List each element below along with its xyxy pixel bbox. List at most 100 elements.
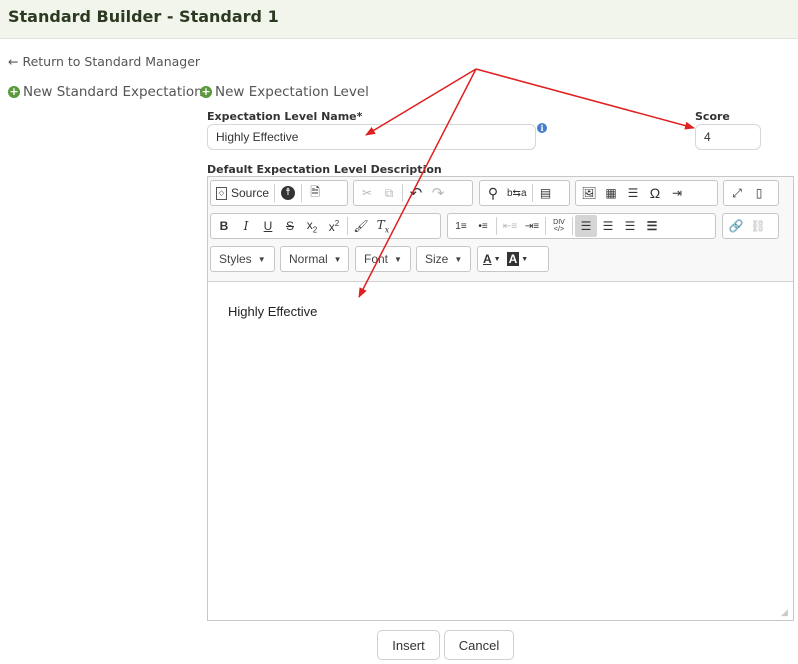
cancel-button[interactable]: Cancel — [444, 630, 514, 660]
source-button[interactable]: ◇ Source — [213, 182, 272, 204]
underline-icon: U — [263, 219, 273, 233]
toolbar-separator — [496, 217, 497, 235]
score-input[interactable]: 4 — [695, 124, 761, 150]
subscript-button[interactable]: x2 — [301, 215, 323, 237]
justify-button[interactable]: ☰ — [641, 215, 663, 237]
resize-grip-icon[interactable]: ◢ — [781, 608, 789, 618]
outdent-button[interactable]: ⇤≡ — [499, 215, 521, 237]
find-button[interactable]: ⚲ — [482, 182, 504, 204]
styles-dropdown[interactable]: Styles ▼ — [210, 246, 275, 272]
source-icon: ◇ — [216, 186, 227, 200]
toolbar-group-view: ⤢ ▯ — [723, 180, 779, 206]
toolbar-group-links: 🔗 ⛓ — [722, 213, 779, 239]
rich-text-editor: ◇ Source ☨ 🗎 ✂ ⧉ ↶ ↷ ⚲ b⇆a ▤ 🖼 ▦ ☰ Ω ⇥ ⤢… — [207, 176, 794, 621]
outdent-icon: ⇤≡ — [502, 220, 518, 232]
toolbar-separator — [402, 184, 403, 202]
annotation-arrow — [475, 68, 695, 130]
toolbar-group-paragraph: 1≡ •≡ ⇤≡ ⇥≡ DIV </> ☰ ☰ ☰ ☰ — [447, 213, 716, 239]
page-title: Standard Builder - Standard 1 — [8, 7, 279, 26]
return-to-standard-manager-link[interactable]: ← Return to Standard Manager — [8, 54, 200, 69]
chevron-down-icon: ▼ — [394, 254, 402, 264]
search-icon: ⚲ — [487, 184, 499, 201]
templates-button[interactable]: 🗎 — [304, 182, 326, 204]
size-dropdown[interactable]: Size ▼ — [416, 246, 471, 272]
redo-button[interactable]: ↷ — [427, 182, 449, 204]
bulleted-list-button[interactable]: •≡ — [472, 215, 494, 237]
maximize-button[interactable]: ⤢ — [726, 182, 748, 204]
strike-button[interactable]: S — [279, 215, 301, 237]
bold-button[interactable]: B — [213, 215, 235, 237]
unlink-button[interactable]: ⛓ — [747, 215, 769, 237]
page-break-button[interactable]: ⇥ — [666, 182, 688, 204]
div-icon: DIV </> — [553, 219, 565, 233]
numbered-list-icon: 1≡ — [455, 220, 467, 232]
show-blocks-icon: ▯ — [755, 186, 763, 200]
background-color-button[interactable]: A ▼ — [504, 248, 532, 270]
create-div-button[interactable]: DIV </> — [548, 215, 570, 237]
special-char-button[interactable]: Ω — [644, 182, 666, 204]
toolbar-separator — [274, 184, 276, 202]
new-standard-expectation-link[interactable]: + New Standard Expectation — [8, 84, 203, 100]
align-right-button[interactable]: ☰ — [619, 215, 641, 237]
new-expectation-level-link[interactable]: + New Expectation Level — [200, 84, 369, 100]
indent-button[interactable]: ⇥≡ — [521, 215, 543, 237]
format-dropdown[interactable]: Normal ▼ — [280, 246, 349, 272]
source-button-label: Source — [231, 186, 270, 200]
link-button[interactable]: 🔗 — [725, 215, 747, 237]
score-label: Score — [695, 110, 730, 123]
page-break-icon: ⇥ — [671, 186, 683, 200]
replace-button[interactable]: b⇆a — [504, 182, 530, 204]
editor-content-area[interactable]: Highly Effective ◢ — [208, 282, 793, 620]
accessibility-button[interactable]: ☨ — [277, 182, 299, 204]
copy-icon: ⧉ — [384, 185, 394, 200]
font-dropdown[interactable]: Font ▼ — [355, 246, 411, 272]
new-standard-expectation-label: New Standard Expectation — [23, 84, 203, 100]
align-center-button[interactable]: ☰ — [597, 215, 619, 237]
remove-format-button[interactable]: Tx — [372, 215, 394, 237]
scissors-icon: ✂ — [361, 186, 373, 200]
align-left-button[interactable]: ☰ — [575, 215, 597, 237]
level-name-label: Expectation Level Name* — [207, 110, 363, 123]
image-button[interactable]: 🖼 — [578, 182, 600, 204]
table-button[interactable]: ▦ — [600, 182, 622, 204]
show-blocks-button[interactable]: ▯ — [748, 182, 770, 204]
omega-icon: Ω — [649, 185, 661, 201]
level-name-input[interactable]: Highly Effective — [207, 124, 536, 150]
format-dropdown-label: Normal — [289, 252, 328, 266]
insert-button[interactable]: Insert — [377, 630, 440, 660]
chevron-down-icon: ▼ — [257, 254, 266, 264]
plus-icon: + — [8, 85, 20, 98]
bulleted-list-icon: •≡ — [478, 220, 488, 232]
plus-icon: + — [200, 85, 212, 98]
horizontal-line-button[interactable]: ☰ — [622, 182, 644, 204]
select-all-button[interactable]: ▤ — [535, 182, 557, 204]
chevron-down-icon: ▼ — [454, 254, 463, 264]
horizontal-line-icon: ☰ — [627, 186, 639, 200]
editor-content-text[interactable]: Highly Effective — [228, 304, 317, 319]
undo-button[interactable]: ↶ — [405, 182, 427, 204]
maximize-icon: ⤢ — [732, 185, 742, 200]
font-dropdown-label: Font — [364, 252, 389, 266]
paintbrush-icon: 🖌 — [353, 219, 369, 233]
remove-format-icon: Tx — [376, 217, 390, 235]
chevron-down-icon: ▼ — [333, 254, 342, 264]
accessibility-icon: ☨ — [281, 186, 296, 200]
italic-icon: I — [243, 219, 249, 233]
bold-icon: B — [219, 219, 229, 233]
toolbar-separator — [531, 184, 533, 202]
select-all-icon: ▤ — [539, 186, 552, 200]
replace-icon: b⇆a — [507, 187, 527, 199]
copy-format-button[interactable]: 🖌 — [350, 215, 372, 237]
cut-button[interactable]: ✂ — [356, 182, 378, 204]
superscript-button[interactable]: x2 — [323, 215, 345, 237]
italic-button[interactable]: I — [235, 215, 257, 237]
table-icon: ▦ — [605, 186, 617, 200]
numbered-list-button[interactable]: 1≡ — [450, 215, 472, 237]
info-icon[interactable]: i — [537, 123, 547, 133]
superscript-icon: x2 — [328, 218, 340, 234]
text-color-button[interactable]: A ▼ — [480, 248, 504, 270]
underline-button[interactable]: U — [257, 215, 279, 237]
copy-button[interactable]: ⧉ — [378, 182, 400, 204]
toolbar-group-find: ⚲ b⇆a ▤ — [479, 180, 570, 206]
toolbar-group-document: ◇ Source ☨ 🗎 — [210, 180, 348, 206]
